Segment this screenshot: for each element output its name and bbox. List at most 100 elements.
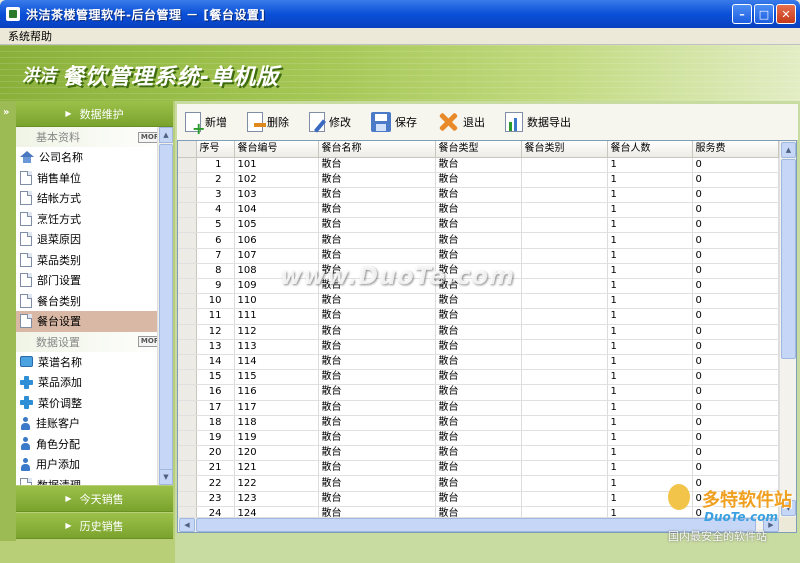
table-row[interactable]: 10 110 散台 散台 1 0 [178, 293, 779, 310]
scroll-left-icon[interactable]: ◀ [179, 518, 195, 532]
table-cell[interactable]: 散台 [318, 278, 436, 295]
table-cell[interactable]: 1 [607, 217, 693, 234]
row-selector[interactable] [178, 217, 197, 234]
table-cell[interactable]: 105 [234, 217, 319, 234]
table-cell[interactable]: 107 [234, 248, 319, 264]
table-row[interactable]: 20 120 散台 散台 1 0 [178, 445, 779, 462]
collapse-chevron-icon[interactable]: » [3, 107, 9, 118]
table-cell[interactable]: 散台 [435, 400, 522, 416]
table-cell[interactable]: 散台 [435, 475, 522, 492]
table-cell[interactable] [521, 232, 608, 249]
table-cell[interactable] [521, 475, 608, 492]
row-selector[interactable] [178, 415, 197, 431]
row-selector[interactable] [178, 384, 197, 401]
table-cell[interactable]: 散台 [435, 232, 522, 249]
table-row[interactable]: 11 111 散台 散台 1 0 [178, 308, 779, 325]
table-cell[interactable]: 1 [607, 460, 693, 477]
scroll-up-icon[interactable]: ▲ [159, 127, 173, 143]
table-cell[interactable]: 0 [692, 217, 779, 234]
table-cell[interactable]: 散台 [318, 491, 436, 507]
table-cell[interactable]: 1 [607, 324, 693, 340]
table-cell[interactable]: 1 [607, 187, 693, 204]
sidebar-item[interactable]: 菜品添加 [16, 372, 173, 393]
table-cell[interactable]: 15 [196, 369, 235, 386]
sidebar-item[interactable]: 结帐方式 [16, 188, 173, 209]
table-cell[interactable]: 110 [234, 293, 319, 310]
maximize-button[interactable]: □ [754, 4, 774, 24]
sidebar-item[interactable]: 公司名称 [16, 147, 173, 168]
table-cell[interactable]: 115 [234, 369, 319, 386]
table-cell[interactable]: 17 [196, 400, 235, 416]
sidebar-item[interactable]: 餐台类别 [16, 291, 173, 312]
table-cell[interactable]: 22 [196, 475, 235, 492]
table-cell[interactable]: 4 [196, 202, 235, 219]
table-cell[interactable]: 1 [607, 293, 693, 310]
table-cell[interactable] [521, 415, 608, 431]
table-cell[interactable]: 0 [692, 491, 779, 507]
sidebar-item[interactable]: 菜价调整 [16, 393, 173, 414]
panel-history-sales[interactable]: ▶ 历史销售 [16, 513, 173, 539]
table-cell[interactable]: 124 [234, 506, 319, 517]
table-cell[interactable]: 1 [607, 475, 693, 492]
sidebar-item[interactable]: 菜谱名称 [16, 352, 173, 373]
table-cell[interactable] [521, 172, 608, 188]
table-cell[interactable] [521, 263, 608, 280]
table-cell[interactable]: 11 [196, 308, 235, 325]
table-cell[interactable]: 0 [692, 415, 779, 431]
table-row[interactable]: 24 124 散台 散台 1 0 [178, 506, 779, 517]
table-row[interactable]: 23 123 散台 散台 1 0 [178, 491, 779, 507]
sidebar-collapse-strip[interactable]: » [0, 101, 16, 541]
table-cell[interactable] [521, 354, 608, 371]
table-cell[interactable]: 0 [692, 460, 779, 477]
table-cell[interactable]: 111 [234, 308, 319, 325]
table-row[interactable]: 16 116 散台 散台 1 0 [178, 384, 779, 401]
table-cell[interactable] [521, 460, 608, 477]
sidebar-item[interactable]: 销售单位 [16, 168, 173, 189]
row-selector[interactable] [178, 172, 197, 188]
table-cell[interactable]: 1 [607, 415, 693, 431]
table-cell[interactable]: 散台 [435, 324, 522, 340]
table-row[interactable]: 12 112 散台 散台 1 0 [178, 324, 779, 340]
table-cell[interactable]: 1 [607, 354, 693, 371]
scroll-thumb[interactable] [196, 518, 756, 532]
table-cell[interactable]: 0 [692, 430, 779, 447]
scroll-down-icon[interactable]: ▼ [781, 500, 796, 516]
sidebar-item[interactable]: 菜品类别 [16, 250, 173, 271]
table-cell[interactable] [521, 400, 608, 416]
sidebar-item[interactable]: 退菜原因 [16, 229, 173, 250]
table-row[interactable]: 19 119 散台 散台 1 0 [178, 430, 779, 447]
table-cell[interactable]: 0 [692, 202, 779, 219]
table-cell[interactable] [521, 248, 608, 264]
table-cell[interactable]: 散台 [318, 475, 436, 492]
table-cell[interactable] [521, 445, 608, 462]
table-cell[interactable] [521, 308, 608, 325]
row-selector[interactable] [178, 248, 197, 264]
table-cell[interactable]: 1 [607, 445, 693, 462]
row-selector[interactable] [178, 232, 197, 249]
table-row[interactable]: 3 103 散台 散台 1 0 [178, 187, 779, 204]
table-cell[interactable]: 散台 [435, 157, 522, 173]
table-cell[interactable] [521, 157, 608, 173]
table-cell[interactable] [521, 278, 608, 295]
sidebar-item[interactable]: 用户添加 [16, 454, 173, 475]
row-selector[interactable] [178, 475, 197, 492]
table-row[interactable]: 15 115 散台 散台 1 0 [178, 369, 779, 386]
row-selector[interactable] [178, 308, 197, 325]
table-cell[interactable]: 散台 [318, 202, 436, 219]
table-cell[interactable]: 113 [234, 339, 319, 355]
table-cell[interactable]: 1 [607, 232, 693, 249]
table-cell[interactable]: 116 [234, 384, 319, 401]
table-row[interactable]: 22 122 散台 散台 1 0 [178, 475, 779, 492]
table-cell[interactable]: 散台 [435, 263, 522, 280]
column-header[interactable]: 服务费 [692, 141, 779, 158]
table-cell[interactable]: 16 [196, 384, 235, 401]
table-cell[interactable]: 108 [234, 263, 319, 280]
table-row[interactable]: 4 104 散台 散台 1 0 [178, 202, 779, 219]
table-cell[interactable]: 2 [196, 172, 235, 188]
table-cell[interactable]: 1 [607, 491, 693, 507]
row-selector[interactable] [178, 339, 197, 355]
table-cell[interactable]: 1 [607, 339, 693, 355]
table-cell[interactable]: 散台 [318, 157, 436, 173]
table-cell[interactable]: 0 [692, 293, 779, 310]
table-cell[interactable]: 1 [607, 263, 693, 280]
